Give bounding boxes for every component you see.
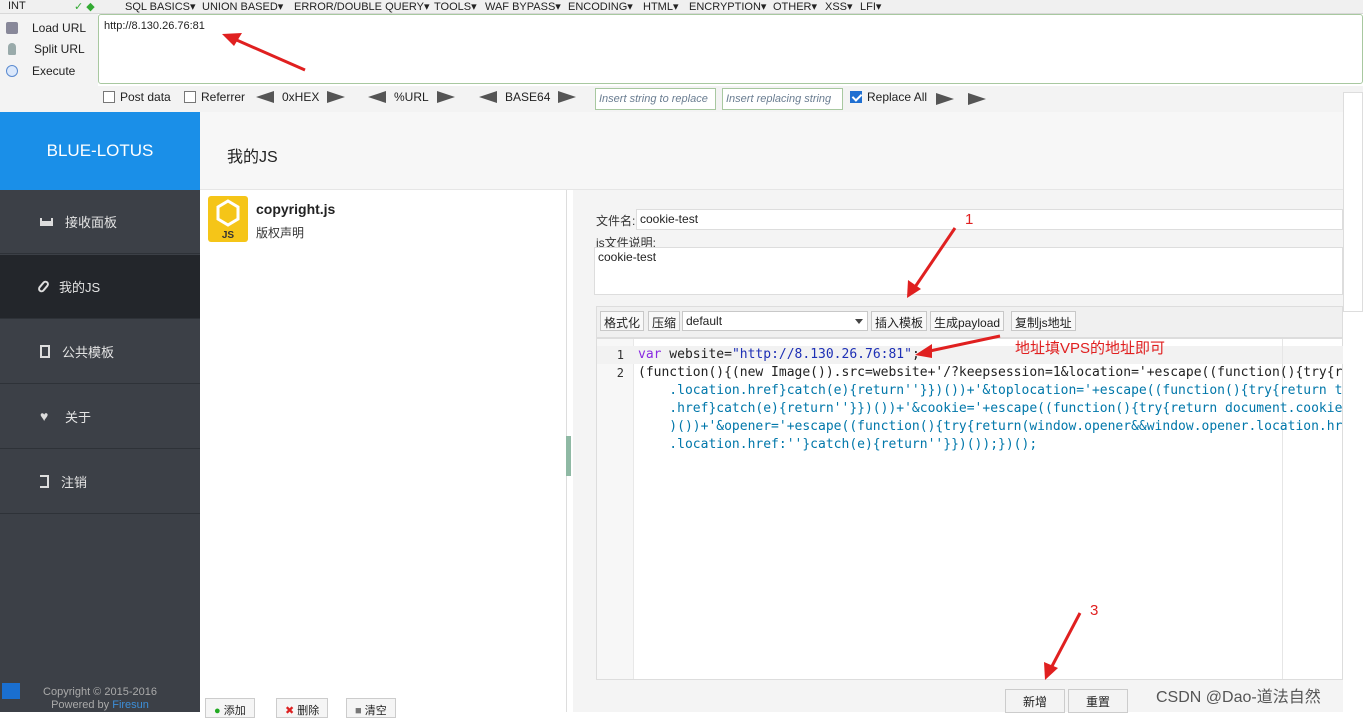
- arrowhead: [915, 344, 932, 358]
- arrowhead: [1044, 662, 1058, 680]
- arrow-to-toolbar: [911, 227, 957, 291]
- arrow-to-code: [924, 334, 1001, 354]
- annotation-3: 3: [1090, 602, 1099, 619]
- arrow-to-add: [1048, 612, 1082, 671]
- annotation-note: 地址填VPS的地址即可: [1015, 340, 1166, 357]
- annotation-1: 1: [965, 211, 974, 228]
- arrow-to-url: [231, 36, 306, 72]
- csdn-watermark: CSDN @Dao-道法自然: [1156, 689, 1321, 706]
